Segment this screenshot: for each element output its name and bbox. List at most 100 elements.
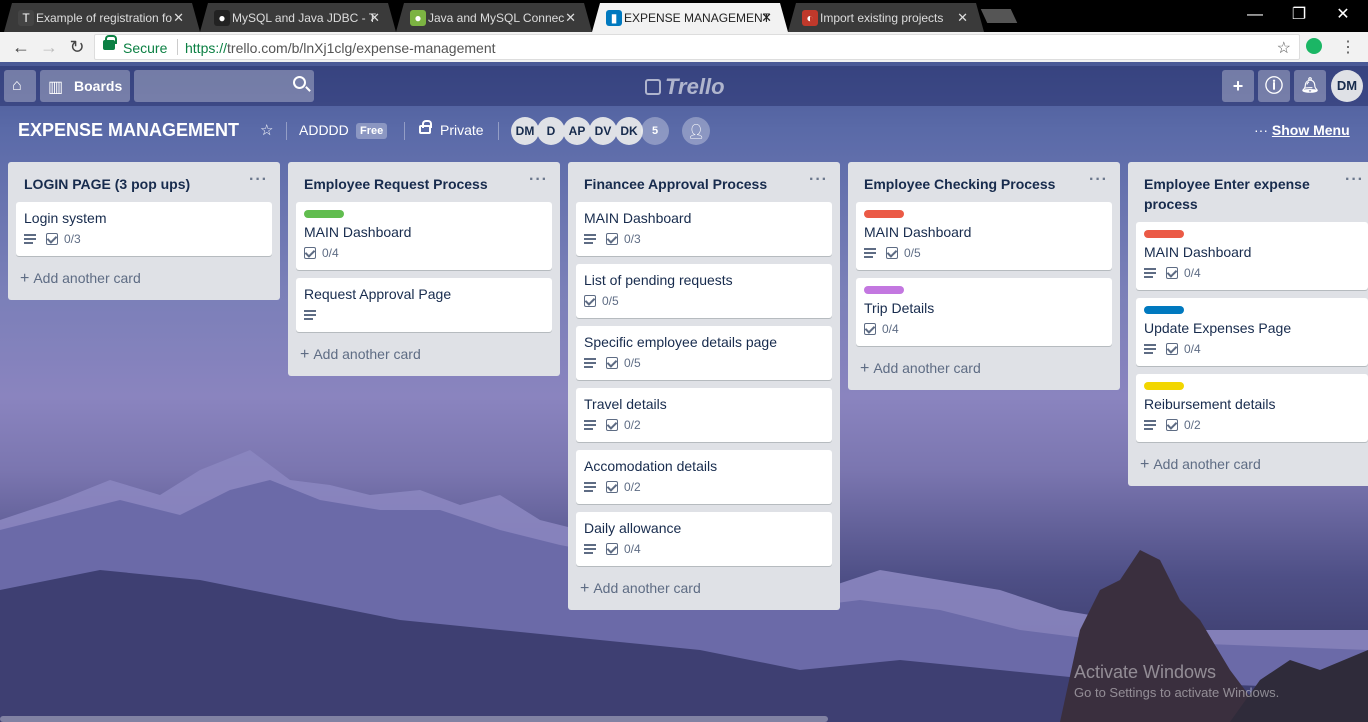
checklist-count: 0/5 — [624, 356, 641, 370]
browser-tab[interactable]: T Example of registration fo ✕ — [4, 3, 200, 32]
list-header[interactable]: Employee Request Process ··· — [288, 162, 560, 202]
search-input[interactable] — [134, 70, 314, 102]
list-title[interactable]: Employee Checking Process — [864, 176, 1055, 192]
member-count-badge[interactable]: 5 — [641, 117, 669, 145]
member-avatar[interactable]: DK — [615, 117, 643, 145]
add-card-button[interactable]: + Add another card — [288, 340, 560, 376]
close-window-icon[interactable]: ✕ — [1320, 0, 1366, 30]
create-plus-icon[interactable]: + — [1222, 70, 1254, 102]
board-title[interactable]: EXPENSE MANAGEMENT — [18, 120, 239, 141]
list-menu-icon[interactable]: ··· — [249, 170, 268, 190]
card-label-green[interactable] — [304, 210, 344, 218]
team-name[interactable]: ADDDD — [299, 122, 349, 138]
add-card-button[interactable]: + Add another card — [848, 354, 1120, 390]
card-label-blue[interactable] — [1144, 306, 1184, 314]
extension-icon[interactable] — [1306, 38, 1322, 54]
notification-bell-icon[interactable]: 🔔︎ — [1294, 70, 1326, 102]
show-menu-button[interactable]: ··· Show Menu — [1254, 122, 1350, 138]
trello-logo-icon — [645, 79, 661, 95]
tab-favicon: ▮ — [606, 10, 622, 26]
card[interactable]: List of pending requests 0/5 — [576, 264, 832, 318]
card[interactable]: Accomodation details 0/2 — [576, 450, 832, 504]
bookmark-star-icon[interactable]: ☆ — [1277, 38, 1291, 58]
add-card-button[interactable]: + Add another card — [1128, 450, 1368, 486]
card[interactable]: MAIN Dashboard 0/3 — [576, 202, 832, 256]
close-tab-icon[interactable]: ✕ — [957, 10, 968, 26]
list-title[interactable]: LOGIN PAGE (3 pop ups) — [24, 176, 190, 192]
tab-favicon: T — [18, 10, 34, 26]
card[interactable]: Reibursement details 0/2 — [1136, 374, 1368, 442]
list-menu-icon[interactable]: ··· — [529, 170, 548, 190]
card-badges: 0/2 — [584, 414, 824, 438]
reload-icon[interactable]: ↻ — [66, 36, 88, 58]
new-tab-button[interactable] — [980, 9, 1018, 23]
forward-arrow-icon[interactable]: → — [38, 36, 60, 58]
card[interactable]: Trip Details 0/4 — [856, 278, 1112, 346]
back-arrow-icon[interactable]: ← — [10, 36, 32, 58]
list-title[interactable]: Employee Request Process — [304, 176, 488, 192]
member-avatar[interactable]: DV — [589, 117, 617, 145]
close-tab-icon[interactable]: ✕ — [761, 10, 772, 26]
card-title: Specific employee details page — [584, 334, 778, 350]
invite-member-icon[interactable]: 👤︎ — [682, 117, 710, 145]
star-board-icon[interactable]: ☆ — [260, 121, 273, 139]
card-badges: 0/3 — [584, 228, 824, 252]
minimize-window-icon[interactable]: — — [1232, 0, 1278, 30]
list-header[interactable]: Employee Checking Process ··· — [848, 162, 1120, 202]
checklist-icon — [1166, 267, 1178, 279]
windows-activation-watermark: Activate Windows Go to Settings to activ… — [1074, 662, 1279, 700]
card-badges: 0/4 — [304, 242, 544, 266]
card[interactable]: MAIN Dashboard 0/4 — [1136, 222, 1368, 290]
checklist-icon — [886, 247, 898, 259]
member-avatar[interactable]: DM — [511, 117, 539, 145]
member-avatar[interactable]: D — [537, 117, 565, 145]
list-header[interactable]: LOGIN PAGE (3 pop ups) ··· — [8, 162, 280, 202]
trello-logo[interactable]: Trello — [645, 74, 725, 100]
search-icon[interactable] — [293, 76, 306, 89]
board-horizontal-scrollbar[interactable] — [0, 716, 828, 722]
browser-tab-active[interactable]: ▮ EXPENSE MANAGEMENT ✕ — [592, 3, 788, 32]
boards-button[interactable]: ▥ Boards — [40, 70, 130, 102]
browser-tab[interactable]: ● Java and MySQL Connec ✕ — [396, 3, 592, 32]
description-icon — [584, 234, 596, 244]
card-label-yellow[interactable] — [1144, 382, 1184, 390]
add-card-button[interactable]: + Add another card — [8, 264, 280, 300]
info-icon[interactable]: ⓘ — [1258, 70, 1290, 102]
card-label-red[interactable] — [864, 210, 904, 218]
list-title[interactable]: Employee Enter expense process — [1144, 176, 1310, 212]
card[interactable]: Travel details 0/2 — [576, 388, 832, 442]
description-icon — [864, 248, 876, 258]
home-button[interactable]: ⌂ — [4, 70, 36, 102]
user-avatar[interactable]: DM — [1331, 70, 1363, 102]
close-tab-icon[interactable]: ✕ — [369, 10, 380, 26]
card-label-red[interactable] — [1144, 230, 1184, 238]
card[interactable]: MAIN Dashboard 0/5 — [856, 202, 1112, 270]
card[interactable]: MAIN Dashboard 0/4 — [296, 202, 552, 270]
card-label-purple[interactable] — [864, 286, 904, 294]
url-text[interactable]: https://trello.com/b/lnXj1clg/expense-ma… — [185, 40, 496, 56]
member-avatar[interactable]: AP — [563, 117, 591, 145]
card[interactable]: Daily allowance 0/4 — [576, 512, 832, 566]
close-tab-icon[interactable]: ✕ — [173, 10, 184, 26]
list-menu-icon[interactable]: ··· — [1089, 170, 1108, 190]
list-header[interactable]: Financee Approval Process ··· — [568, 162, 840, 202]
browser-tab[interactable]: ◐ Import existing projects ✕ — [788, 3, 984, 32]
card-badges — [304, 304, 544, 328]
add-card-button[interactable]: + Add another card — [568, 574, 840, 610]
close-tab-icon[interactable]: ✕ — [565, 10, 576, 26]
list-header[interactable]: Employee Enter expense process ··· — [1128, 162, 1368, 222]
boards-label: Boards — [74, 78, 123, 94]
card[interactable]: Login system 0/3 — [16, 202, 272, 256]
list-financee-approval-process: Financee Approval Process ··· MAIN Dashboa… — [568, 162, 840, 610]
list-title[interactable]: Financee Approval Process — [584, 176, 767, 192]
list-menu-icon[interactable]: ··· — [809, 170, 828, 190]
card[interactable]: Specific employee details page 0/5 — [576, 326, 832, 380]
address-bar[interactable]: Secure https://trello.com/b/lnXj1clg/exp… — [94, 34, 1300, 60]
browser-menu-icon[interactable]: ⋮ — [1340, 37, 1356, 57]
card[interactable]: Update Expenses Page 0/4 — [1136, 298, 1368, 366]
visibility-button[interactable]: Private — [440, 122, 484, 138]
list-menu-icon[interactable]: ··· — [1345, 170, 1364, 190]
card[interactable]: Request Approval Page — [296, 278, 552, 332]
browser-tab[interactable]: ● MySQL and Java JDBC - T ✕ — [200, 3, 396, 32]
restore-window-icon[interactable]: ❐ — [1276, 0, 1322, 30]
